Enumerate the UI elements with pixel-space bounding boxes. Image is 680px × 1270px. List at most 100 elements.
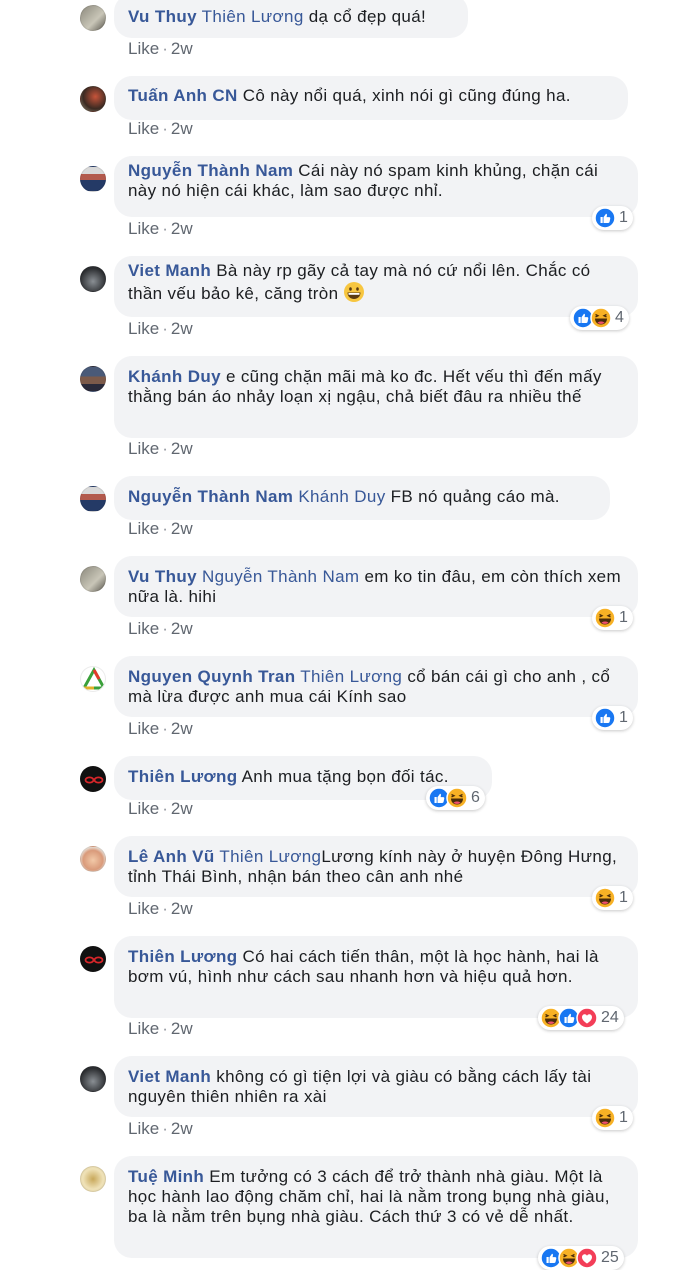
comment-time[interactable]: 2w [171,719,193,738]
comment-time[interactable]: 2w [171,519,193,538]
comment-author[interactable]: Viet Manh [128,1067,211,1086]
haha-reaction-icon [594,887,616,909]
haha-reaction-icon [594,607,616,629]
reaction-count: 25 [601,1249,619,1266]
haha-reaction-icon [594,1107,616,1129]
comment-author[interactable]: Nguyễn Thành Nam [128,487,293,506]
reaction-count: 1 [619,209,628,226]
comment-author[interactable]: Viet Manh [128,261,211,280]
user-avatar[interactable] [80,86,106,112]
comment-meta: Like · 2w [128,39,193,58]
user-avatar[interactable] [80,846,106,872]
comment-time[interactable]: 2w [171,1119,193,1138]
like-button[interactable]: Like [128,39,159,58]
user-avatar[interactable] [80,366,106,392]
comment-author[interactable]: Vu Thuy [128,7,197,26]
love-reaction-icon [576,1007,598,1029]
comment-bubble: Viet Manh không có gì tiện lợi và giàu c… [114,1056,638,1117]
user-avatar[interactable] [80,1166,106,1192]
comment-meta: Like · 2w [128,439,193,458]
red-glasses-icon [84,776,104,784]
user-avatar[interactable] [80,5,106,31]
comment-bubble: Vu Thuy Nguyễn Thành Nam em ko tin đâu, … [114,556,638,617]
user-avatar[interactable] [80,166,106,192]
reaction-count: 1 [619,609,628,626]
comment-bubble: Tuấn Anh CN Cô này nổi quá, xinh nói gì … [114,76,628,120]
comment-bubble: Nguyễn Thành Nam Khánh Duy FB nó quảng c… [114,476,610,520]
user-avatar[interactable] [80,266,106,292]
comment-author[interactable]: Nguyễn Thành Nam [128,161,293,180]
comment-mention[interactable]: Khánh Duy [298,487,385,506]
comment-meta: Like · 2w [128,219,193,238]
like-button[interactable]: Like [128,1119,159,1138]
comment-meta: Like · 2w [128,619,193,638]
user-avatar[interactable] [80,486,106,512]
like-button[interactable]: Like [128,899,159,918]
comment-bubble: Vu Thuy Thiên Lương dạ cổ đẹp quá! [114,0,468,38]
reaction-summary[interactable]: 25 [538,1246,624,1270]
like-button[interactable]: Like [128,119,159,138]
comment-author[interactable]: Tuệ Minh [128,1167,204,1186]
comment-time[interactable]: 2w [171,619,193,638]
haha-reaction-icon [590,307,612,329]
comment-mention[interactable]: Thiên Lương [219,847,321,866]
reaction-summary[interactable]: 1 [592,706,633,730]
comment-time[interactable]: 2w [171,119,193,138]
comment-meta: Like · 2w [128,319,193,338]
comment-author[interactable]: Thiên Lương [128,767,237,786]
comment-meta: Like · 2w [128,1119,193,1138]
reaction-summary[interactable]: 4 [570,306,629,330]
reaction-count: 24 [601,1009,619,1026]
comment-time[interactable]: 2w [171,219,193,238]
red-glasses-icon [84,956,104,964]
comment-mention[interactable]: Thiên Lương [300,667,402,686]
comment-bubble: Viet Manh Bà này rp gãy cả tay mà nó cứ … [114,256,638,317]
comment-time[interactable]: 2w [171,319,193,338]
comment-author[interactable]: Thiên Lương [128,947,237,966]
comment-author[interactable]: Tuấn Anh CN [128,86,238,105]
user-avatar[interactable] [80,946,106,972]
comment-text: Anh mua tặng bọn đối tác. [237,767,449,786]
comment-time[interactable]: 2w [171,1019,193,1038]
user-avatar[interactable] [80,566,106,592]
like-button[interactable]: Like [128,439,159,458]
like-button[interactable]: Like [128,719,159,738]
user-avatar[interactable] [80,666,106,692]
comment-time[interactable]: 2w [171,799,193,818]
comment-text: Cô này nổi quá, xinh nói gì cũng đúng ha… [237,86,571,105]
haha-reaction-icon [446,787,468,809]
comment-author[interactable]: Vu Thuy [128,567,197,586]
user-avatar[interactable] [80,766,106,792]
comment-author[interactable]: Lê Anh Vũ [128,847,215,866]
comment-mention[interactable]: Thiên Lương [202,7,304,26]
reaction-summary[interactable]: 1 [592,886,633,910]
comment-time[interactable]: 2w [171,899,193,918]
like-button[interactable]: Like [128,619,159,638]
comment-meta: Like · 2w [128,119,193,138]
comment-meta: Like · 2w [128,899,193,918]
user-avatar[interactable] [80,1066,106,1092]
like-button[interactable]: Like [128,799,159,818]
comment-mention[interactable]: Nguyễn Thành Nam [202,567,359,586]
comment-author[interactable]: Nguyen Quynh Tran [128,667,295,686]
comment-meta: Like · 2w [128,719,193,738]
like-button[interactable]: Like [128,219,159,238]
reaction-summary[interactable]: 6 [426,786,485,810]
comment-bubble: Nguyen Quynh Tran Thiên Lương cổ bán cái… [114,656,638,717]
comment-bubble: Tuệ Minh Em tưởng có 3 cách để trở thành… [114,1156,638,1258]
comment-time[interactable]: 2w [171,39,193,58]
like-button[interactable]: Like [128,319,159,338]
reaction-summary[interactable]: 1 [592,1106,633,1130]
comment-author[interactable]: Khánh Duy [128,367,221,386]
reaction-summary[interactable]: 1 [592,606,633,630]
like-button[interactable]: Like [128,519,159,538]
comment-meta: Like · 2w [128,799,193,818]
reaction-count: 1 [619,889,628,906]
like-button[interactable]: Like [128,1019,159,1038]
reaction-summary[interactable]: 1 [592,206,633,230]
comment-text: dạ cổ đẹp quá! [303,7,427,26]
reaction-summary[interactable]: 24 [538,1006,624,1030]
comment-bubble: Lê Anh Vũ Thiên LươngLương kính này ở hu… [114,836,638,897]
comment-time[interactable]: 2w [171,439,193,458]
reaction-count: 4 [615,309,624,326]
